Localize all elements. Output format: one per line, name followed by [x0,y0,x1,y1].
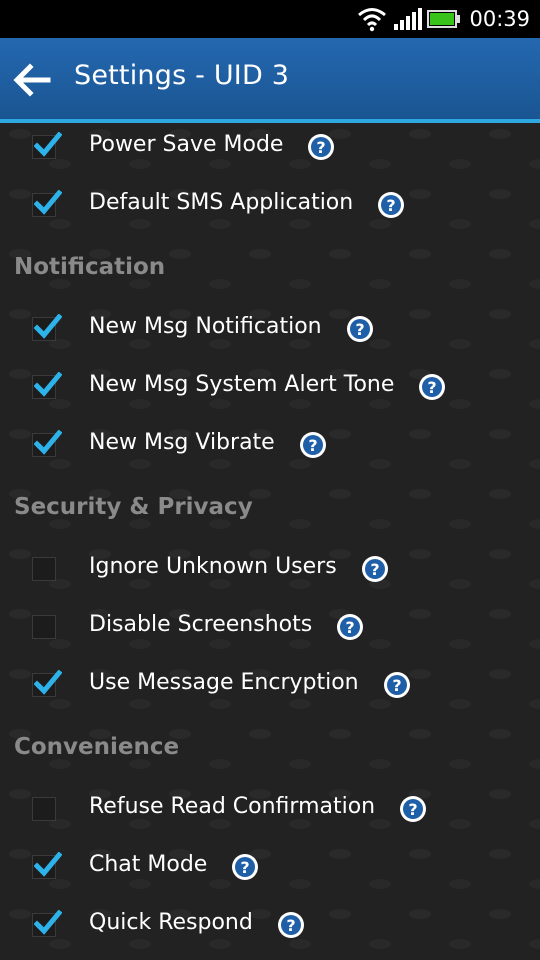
svg-text:?: ? [286,916,295,935]
help-icon[interactable]: ? [307,133,335,161]
checkbox[interactable] [32,314,62,341]
status-time: 00:39 [469,7,530,31]
setting-label: Quick Respond [89,910,253,935]
checkbox[interactable] [32,190,62,217]
setting-refuse-read-confirmation[interactable]: Refuse Read Confirmation? [0,782,540,840]
checkbox[interactable] [32,797,56,821]
check-mark-icon [34,852,62,877]
checkbox[interactable] [32,132,62,159]
wifi-icon [358,8,387,32]
help-icon[interactable]: ? [418,373,446,401]
help-icon[interactable]: ? [361,555,389,583]
check-mark-icon [34,430,62,455]
help-icon[interactable]: ? [383,671,411,699]
checkbox[interactable] [32,910,62,937]
setting-label: Refuse Read Confirmation [89,794,376,819]
svg-text:?: ? [308,436,317,455]
checkbox[interactable] [32,557,56,581]
setting-chat-mode[interactable]: Chat Mode? [0,840,540,898]
setting-label: New Msg System Alert Tone [89,372,395,397]
checkbox[interactable] [32,372,62,399]
back-arrow-icon [13,63,51,97]
check-mark-icon [34,670,62,695]
section-header-convenience: Convenience [14,734,180,760]
help-icon[interactable]: ? [231,853,259,881]
section-header-security-privacy: Security & Privacy [14,494,253,520]
setting-use-message-encryption[interactable]: Use Message Encryption? [0,658,540,716]
setting-label: New Msg Notification [89,314,322,339]
help-icon[interactable]: ? [277,911,305,939]
signal-icon [394,8,423,30]
check-mark-icon [34,190,62,215]
setting-new-msg-notification[interactable]: New Msg Notification? [0,302,540,360]
checkbox[interactable] [32,615,56,639]
svg-text:?: ? [355,320,364,339]
setting-default-sms-application[interactable]: Default SMS Application? [0,178,540,236]
svg-text:?: ? [316,138,325,157]
setting-label: Power Save Mode [89,132,284,157]
setting-ignore-unknown-users[interactable]: Ignore Unknown Users? [0,542,540,600]
checkbox[interactable] [32,852,62,879]
checkbox[interactable] [32,670,62,697]
status-icons: 00:39 [357,0,530,38]
setting-label: Disable Screenshots [89,612,313,637]
app-bar: Settings - UID 3 [0,38,540,123]
help-icon[interactable]: ? [346,315,374,343]
setting-quick-respond[interactable]: Quick Respond? [0,898,540,956]
help-icon[interactable]: ? [399,795,427,823]
check-mark-icon [34,132,62,157]
help-icon[interactable]: ? [336,613,364,641]
help-icon[interactable]: ? [299,431,327,459]
check-mark-icon [34,372,62,397]
svg-text:?: ? [240,858,249,877]
setting-disable-screenshots[interactable]: Disable Screenshots? [0,600,540,658]
status-bar: 00:39 [0,0,540,38]
setting-label: Chat Mode [89,852,208,877]
svg-text:?: ? [408,800,417,819]
setting-label: Use Message Encryption [89,670,359,695]
check-mark-icon [34,314,62,339]
svg-text:?: ? [392,676,401,695]
page-title: Settings - UID 3 [74,60,290,91]
setting-new-msg-vibrate[interactable]: New Msg Vibrate? [0,418,540,476]
battery-icon [427,10,461,28]
svg-text:?: ? [427,378,436,397]
setting-label: New Msg Vibrate [89,430,275,455]
help-icon[interactable]: ? [377,191,405,219]
back-button[interactable] [12,60,52,100]
setting-power-save-mode[interactable]: Power Save Mode? [0,120,540,178]
setting-label: Ignore Unknown Users [89,554,337,579]
check-mark-icon [34,910,62,935]
svg-text:?: ? [345,618,354,637]
checkbox[interactable] [32,430,62,457]
setting-label: Default SMS Application [89,190,354,215]
setting-new-msg-system-alert-tone[interactable]: New Msg System Alert Tone? [0,360,540,418]
svg-text:?: ? [386,196,395,215]
svg-text:?: ? [370,560,379,579]
section-header-notification: Notification [14,254,166,280]
